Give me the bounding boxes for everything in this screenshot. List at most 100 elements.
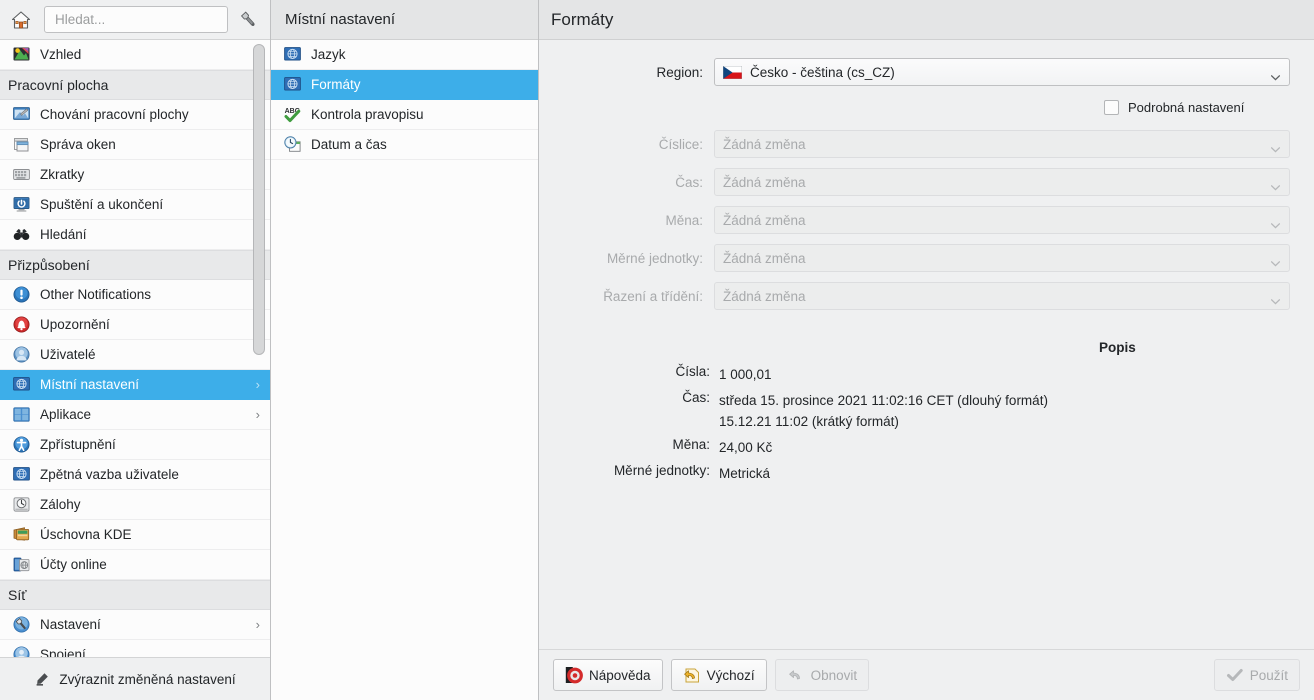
- chevron-down-icon: [1270, 179, 1281, 191]
- main-panel: Formáty Region: Česko - čeština (cs_CZ): [539, 0, 1314, 700]
- module-list-item[interactable]: ABC Kontrola pravopisu: [271, 100, 538, 130]
- highlight-changed-settings-button[interactable]: Zvýraznit změněná nastavení: [0, 657, 270, 700]
- keyboard-shortcuts-icon: [12, 166, 30, 184]
- accessibility-icon: [12, 436, 30, 454]
- sidebar-item[interactable]: Účty online: [0, 550, 270, 580]
- sidebar-item-label: Zpětná vazba uživatele: [40, 467, 179, 482]
- notification-icon: [12, 286, 30, 304]
- home-icon[interactable]: [6, 5, 36, 35]
- sidebar-item[interactable]: Zpřístupnění: [0, 430, 270, 460]
- sidebar-item-label: Nastavení: [40, 617, 101, 632]
- appearance-icon: [12, 46, 30, 64]
- sidebar-item[interactable]: Uživatelé: [0, 340, 270, 370]
- sidebar-item-label: Zálohy: [40, 497, 81, 512]
- apply-button: Použít: [1213, 659, 1300, 691]
- search-box[interactable]: [44, 6, 228, 33]
- description-row-label: Měna:: [672, 437, 710, 452]
- detail-row-label: Číslice:: [658, 136, 703, 152]
- globe-icon: [283, 46, 301, 64]
- reset-button-label: Obnovit: [810, 667, 858, 683]
- sidebar-item[interactable]: Zálohy: [0, 490, 270, 520]
- module-list-item[interactable]: Jazyk: [271, 40, 538, 70]
- module-panel: Místní nastavení Jazyk Formáty ABC Kontr…: [271, 0, 539, 700]
- apply-button-label: Použít: [1249, 667, 1288, 683]
- backup-icon: [12, 496, 30, 514]
- reset-button: Obnovit: [774, 659, 870, 691]
- highlight-changed-settings-label: Zvýraznit změněná nastavení: [59, 671, 236, 687]
- button-bar: Nápověda Výchozí Obnovit Použít: [539, 649, 1314, 700]
- startup-shutdown-icon: [12, 196, 30, 214]
- description-row-value: Metrická: [719, 466, 771, 481]
- sidebar-item-label: Účty online: [40, 557, 107, 572]
- sidebar-item[interactable]: Vzhled›: [0, 40, 270, 70]
- detailed-settings-checkbox[interactable]: [1104, 99, 1119, 115]
- desktop-behavior-icon: [12, 106, 30, 124]
- description-row-label: Čísla:: [675, 364, 710, 379]
- sidebar-item[interactable]: Úschovna KDE: [0, 520, 270, 550]
- detail-row-combobox: Žádná změna: [714, 130, 1290, 158]
- detail-row-combobox: Žádná změna: [714, 244, 1290, 272]
- sidebar-scrollbar-thumb[interactable]: [253, 44, 265, 355]
- chevron-down-icon: [1270, 217, 1281, 229]
- module-list: Jazyk Formáty ABC Kontrola pravopisu Dat…: [271, 40, 538, 700]
- region-combobox[interactable]: Česko - čeština (cs_CZ): [714, 58, 1290, 86]
- sidebar-item-label: Chování pracovní plochy: [40, 107, 189, 122]
- checkmark-icon: [1226, 666, 1244, 684]
- wrench-icon[interactable]: [234, 5, 264, 35]
- sidebar-item[interactable]: Spojení: [0, 640, 270, 657]
- sidebar-scroll-area: Vzhled›Pracovní plocha Chování pracovní …: [0, 40, 270, 657]
- sidebar-item[interactable]: Hledání›: [0, 220, 270, 250]
- sidebar-item[interactable]: Upozornění: [0, 310, 270, 340]
- sidebar-item-label: Uživatelé: [40, 347, 96, 362]
- sidebar-item[interactable]: Místní nastavení ›: [0, 370, 270, 400]
- detail-row: Číslice: Žádná změna: [539, 130, 1314, 158]
- description-row-value: 24,00 Kč: [719, 440, 773, 455]
- sidebar-category: Přizpůsobení: [0, 250, 270, 280]
- module-list-item-label: Kontrola pravopisu: [311, 107, 424, 122]
- wallet-icon: [12, 526, 30, 544]
- description-rows: Čísla: 1 000,01 Čas: středa 15. prosince 20…: [539, 364, 1314, 484]
- highlighter-icon: [34, 669, 52, 690]
- sidebar-item-label: Upozornění: [40, 317, 110, 332]
- sidebar-item-label: Other Notifications: [40, 287, 152, 302]
- defaults-button[interactable]: Výchozí: [670, 659, 767, 691]
- sidebar-item[interactable]: Správa oken›: [0, 130, 270, 160]
- spellcheck-icon: ABC: [283, 106, 301, 124]
- sidebar-scrollbar[interactable]: [252, 40, 266, 657]
- sidebar-item[interactable]: Other Notifications: [0, 280, 270, 310]
- sidebar-item[interactable]: Aplikace ›: [0, 400, 270, 430]
- network-connections-icon: [12, 646, 30, 657]
- help-icon: [565, 666, 583, 684]
- page-title: Formáty: [539, 0, 1314, 40]
- sidebar-item[interactable]: Chování pracovní plochy›: [0, 100, 270, 130]
- sidebar-item[interactable]: Nastavení ›: [0, 610, 270, 640]
- module-list-item[interactable]: Datum a čas: [271, 130, 538, 160]
- chevron-down-icon[interactable]: [1270, 69, 1281, 81]
- chevron-down-icon: [1270, 293, 1281, 305]
- detail-row-value: Žádná změna: [723, 174, 806, 190]
- detail-row-label: Čas:: [675, 174, 703, 190]
- module-list-item-label: Formáty: [311, 77, 361, 92]
- sidebar-item[interactable]: Zkratky›: [0, 160, 270, 190]
- globe-icon: [283, 76, 301, 94]
- reset-icon: [787, 666, 805, 684]
- module-list-item[interactable]: Formáty: [271, 70, 538, 100]
- globe-icon: [12, 466, 30, 484]
- detail-row-label: Měna:: [665, 212, 703, 228]
- description-title: Popis: [1099, 340, 1136, 355]
- sidebar-item-label: Zpřístupnění: [40, 437, 116, 452]
- search-input[interactable]: [53, 11, 219, 28]
- sidebar-item-label: Místní nastavení: [40, 377, 140, 392]
- description-row-label: Čas:: [682, 390, 710, 405]
- clock-calendar-icon: [283, 136, 301, 154]
- bell-icon: [12, 316, 30, 334]
- detail-row-combobox: Žádná změna: [714, 206, 1290, 234]
- sidebar-item[interactable]: Spuštění a ukončení›: [0, 190, 270, 220]
- detail-row-label: Řazení a třídění:: [603, 288, 703, 304]
- detail-row: Čas: Žádná změna: [539, 168, 1314, 196]
- help-button-label: Nápověda: [589, 667, 651, 683]
- help-button[interactable]: Nápověda: [553, 659, 663, 691]
- cz-flag-icon: [722, 65, 743, 79]
- sidebar-item[interactable]: Zpětná vazba uživatele: [0, 460, 270, 490]
- detailed-settings-row: Podrobná nastavení: [539, 94, 1314, 120]
